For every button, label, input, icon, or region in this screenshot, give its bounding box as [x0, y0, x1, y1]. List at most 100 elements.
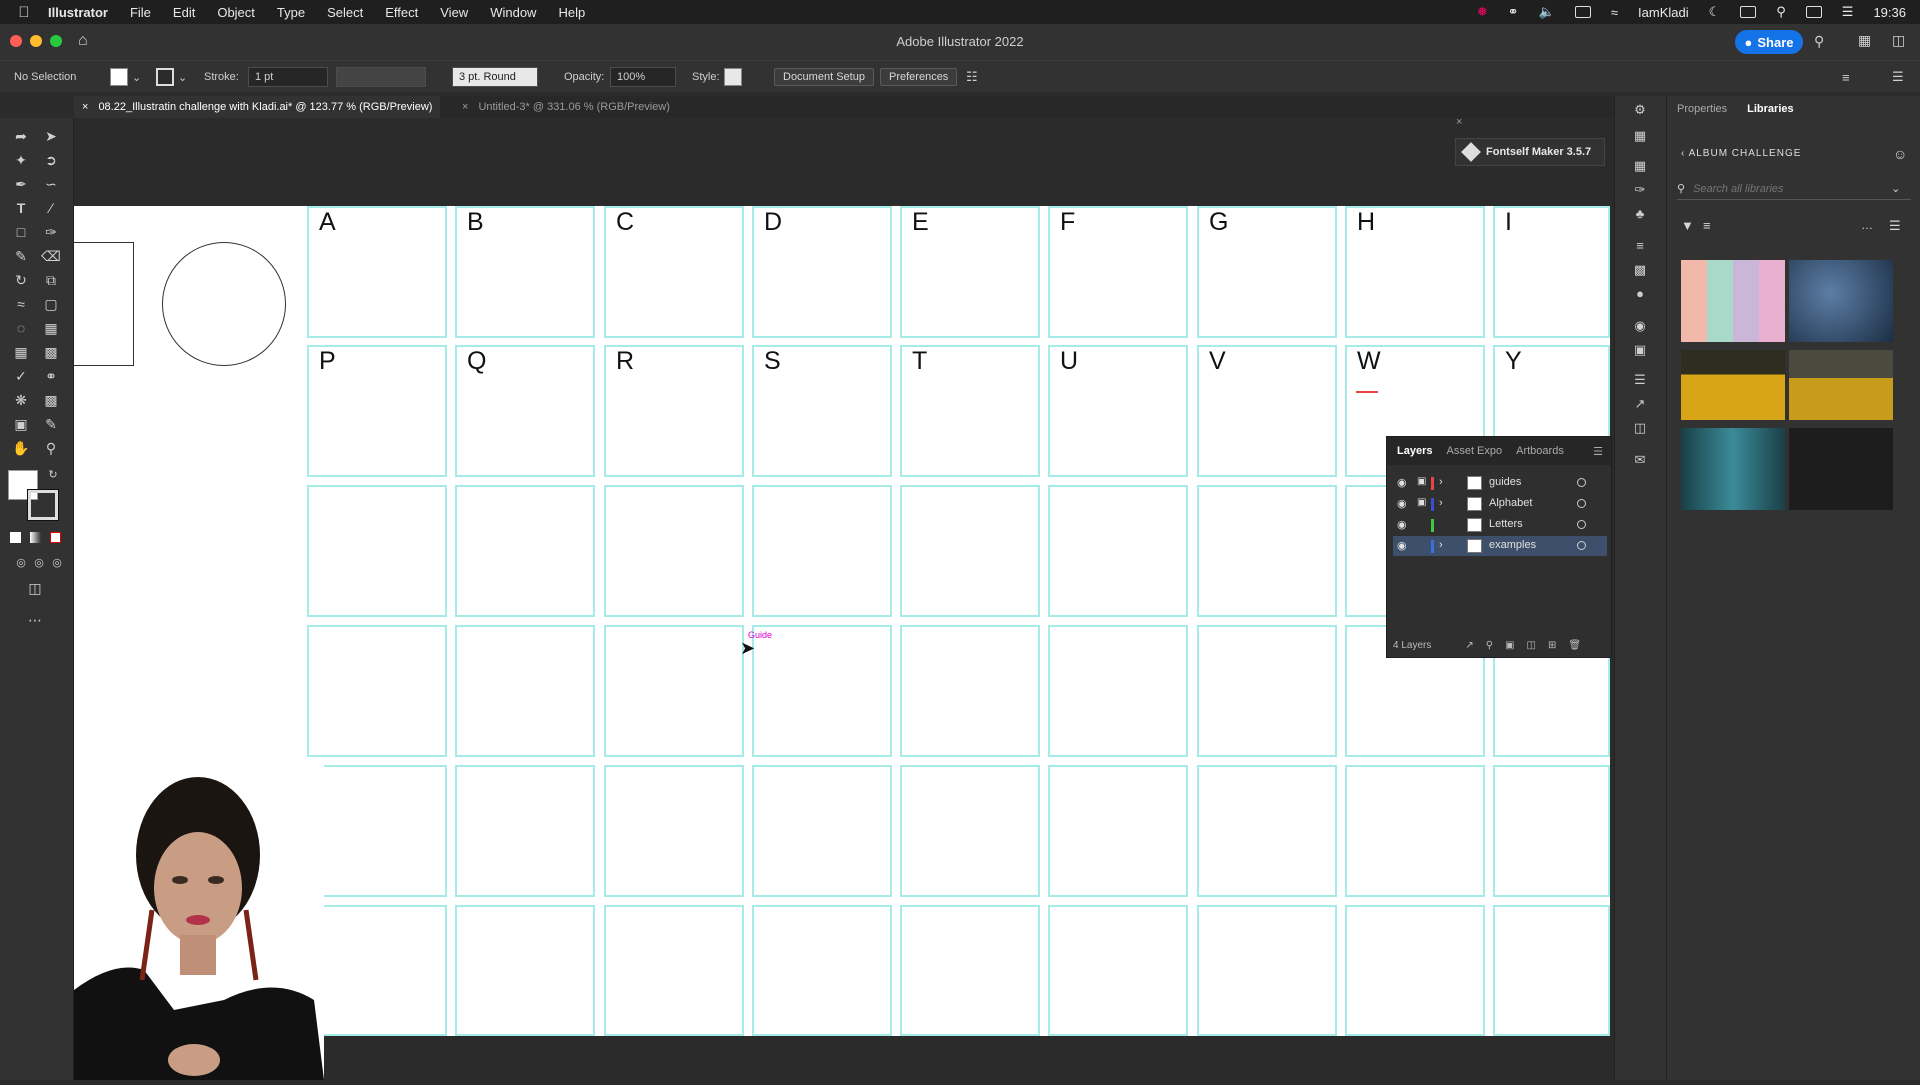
- perspective-grid-tool-icon[interactable]: ▦: [40, 318, 62, 338]
- pencil-tool-icon[interactable]: ✎: [10, 246, 32, 266]
- tab-artboards[interactable]: Artboards: [1516, 445, 1564, 457]
- visibility-eye-icon[interactable]: ◉: [1397, 518, 1407, 531]
- menu-effect[interactable]: Effect: [385, 5, 418, 20]
- fill-swatch[interactable]: [110, 68, 128, 86]
- layer-name[interactable]: examples: [1489, 539, 1536, 551]
- opacity-field[interactable]: 100%: [610, 67, 676, 87]
- stroke-panel-icon[interactable]: ≡: [1631, 238, 1649, 254]
- library-image-sunflowers-2[interactable]: [1789, 350, 1893, 420]
- close-tab-icon[interactable]: ×: [82, 101, 88, 113]
- menu-window[interactable]: Window: [490, 5, 536, 20]
- stroke-weight-field[interactable]: 1 pt: [248, 67, 328, 87]
- apple-icon[interactable]: : [0, 4, 48, 21]
- glyph-cell[interactable]: [1345, 765, 1485, 897]
- glyph-cell[interactable]: [1197, 765, 1337, 897]
- variable-width-field[interactable]: [336, 67, 426, 87]
- stroke-color-swatch[interactable]: [27, 489, 59, 521]
- gradient-tool-icon[interactable]: ▩: [40, 342, 62, 362]
- library-image-sunflowers-1[interactable]: [1681, 350, 1785, 420]
- align-icon[interactable]: ≡: [1842, 61, 1850, 93]
- glyph-cell[interactable]: [1345, 905, 1485, 1036]
- library-search-input[interactable]: [1693, 182, 1884, 195]
- glyph-cell[interactable]: [900, 765, 1040, 897]
- glyph-cell[interactable]: [307, 765, 447, 897]
- gradient-mode-icon[interactable]: [30, 532, 41, 543]
- document-setup-button[interactable]: Document Setup: [774, 68, 874, 86]
- lock-icon[interactable]: ▣: [1417, 476, 1426, 487]
- curvature-tool-icon[interactable]: ∽: [40, 174, 62, 194]
- chevron-down-icon[interactable]: ⌄: [1891, 182, 1900, 195]
- fontself-panel[interactable]: Fontself Maker 3.5.7: [1455, 138, 1605, 166]
- graphic-style-swatch[interactable]: [724, 68, 742, 86]
- layer-row-examples[interactable]: ◉ › examples: [1393, 536, 1607, 556]
- glyph-cell[interactable]: [1048, 905, 1188, 1036]
- arrange-icon[interactable]: ☷: [966, 61, 978, 93]
- glyph-cell[interactable]: [455, 485, 595, 617]
- expand-chevron-icon[interactable]: ›: [1439, 476, 1443, 488]
- preferences-button[interactable]: Preferences: [880, 68, 958, 86]
- export-icon[interactable]: ↗: [1465, 640, 1473, 651]
- add-content-icon[interactable]: …: [1861, 218, 1873, 232]
- tab-libraries[interactable]: Libraries: [1747, 103, 1793, 115]
- artboards-icon[interactable]: ◫: [1631, 420, 1649, 436]
- glyph-cell[interactable]: [1048, 625, 1188, 757]
- layers-panel-menu-icon[interactable]: ☰: [1593, 445, 1603, 458]
- expand-chevron-icon[interactable]: ›: [1439, 497, 1443, 509]
- layers-icon[interactable]: ☰: [1631, 372, 1649, 388]
- swatches-icon[interactable]: ▦: [1631, 158, 1649, 174]
- library-breadcrumb[interactable]: ‹ ALBUM CHALLENGE: [1681, 148, 1801, 159]
- glyph-cell[interactable]: [1493, 905, 1610, 1036]
- control-center-icon[interactable]: ☰: [1842, 4, 1854, 20]
- layer-row-letters[interactable]: ◉ Letters: [1393, 515, 1607, 535]
- glyph-cell[interactable]: [752, 905, 892, 1036]
- selection-tool-icon[interactable]: ➦: [10, 126, 32, 146]
- zoom-tool-icon[interactable]: ⚲: [40, 438, 62, 458]
- library-search[interactable]: ⚲ ⌄: [1677, 178, 1911, 200]
- mesh-tool-icon[interactable]: ▦: [10, 342, 32, 362]
- symbol-sprayer-tool-icon[interactable]: ❋: [10, 390, 32, 410]
- clipping-mask-icon[interactable]: ▣: [1505, 640, 1514, 651]
- tab-document-main[interactable]: × 08.22_Illustratin challenge with Kladi…: [74, 96, 441, 118]
- tab-layers[interactable]: Layers: [1397, 445, 1432, 457]
- glyph-cell[interactable]: [1048, 765, 1188, 897]
- glyph-cell[interactable]: [1197, 905, 1337, 1036]
- glyph-cell[interactable]: [752, 625, 892, 757]
- brushes-icon[interactable]: ✑: [1631, 182, 1649, 198]
- menu-app-name[interactable]: Illustrator: [48, 5, 108, 20]
- graph-tool-icon[interactable]: ▩: [40, 390, 62, 410]
- battery-icon[interactable]: [1574, 6, 1591, 18]
- display-icon[interactable]: [1805, 6, 1822, 18]
- glyph-cell[interactable]: [455, 905, 595, 1036]
- visibility-eye-icon[interactable]: ◉: [1397, 539, 1407, 552]
- free-transform-tool-icon[interactable]: ▢: [40, 294, 62, 314]
- menu-object[interactable]: Object: [217, 5, 255, 20]
- layer-name[interactable]: Letters: [1489, 518, 1523, 530]
- wifi-icon[interactable]: ≈: [1611, 5, 1618, 20]
- library-image-teal-texture[interactable]: [1681, 428, 1785, 510]
- brush-definition-field[interactable]: 3 pt. Round: [452, 67, 538, 87]
- glyph-cell[interactable]: [1197, 625, 1337, 757]
- tab-properties[interactable]: Properties: [1677, 103, 1727, 115]
- transparency-icon[interactable]: ●: [1631, 286, 1649, 302]
- library-image-blue-texture[interactable]: [1789, 260, 1893, 342]
- layer-name[interactable]: guides: [1489, 476, 1521, 488]
- glyph-cell[interactable]: [604, 485, 744, 617]
- edit-toolbar-icon[interactable]: ⋯: [24, 610, 46, 630]
- menu-select[interactable]: Select: [327, 5, 363, 20]
- menu-file[interactable]: File: [130, 5, 151, 20]
- glyph-cell[interactable]: [604, 765, 744, 897]
- asset-export-icon[interactable]: ↗: [1631, 396, 1649, 412]
- lasso-tool-icon[interactable]: ➲: [40, 150, 62, 170]
- glyph-cell[interactable]: [307, 905, 447, 1036]
- tab-document-untitled[interactable]: × Untitled-3* @ 331.06 % (RGB/Preview): [454, 96, 678, 118]
- gradient-panel-icon[interactable]: ▩: [1631, 262, 1649, 278]
- color-icon[interactable]: ◉: [1631, 318, 1649, 334]
- glyph-cell[interactable]: [900, 905, 1040, 1036]
- library-image-dark-texture[interactable]: [1789, 428, 1893, 510]
- menu-edit[interactable]: Edit: [173, 5, 195, 20]
- menubar-user[interactable]: IamKladi: [1638, 5, 1689, 20]
- layer-row-guides[interactable]: ◉ ▣ › guides: [1393, 473, 1607, 493]
- pen-tool-icon[interactable]: ✒: [10, 174, 32, 194]
- glyph-cell[interactable]: [1048, 485, 1188, 617]
- search-icon[interactable]: ⚲: [1814, 33, 1824, 50]
